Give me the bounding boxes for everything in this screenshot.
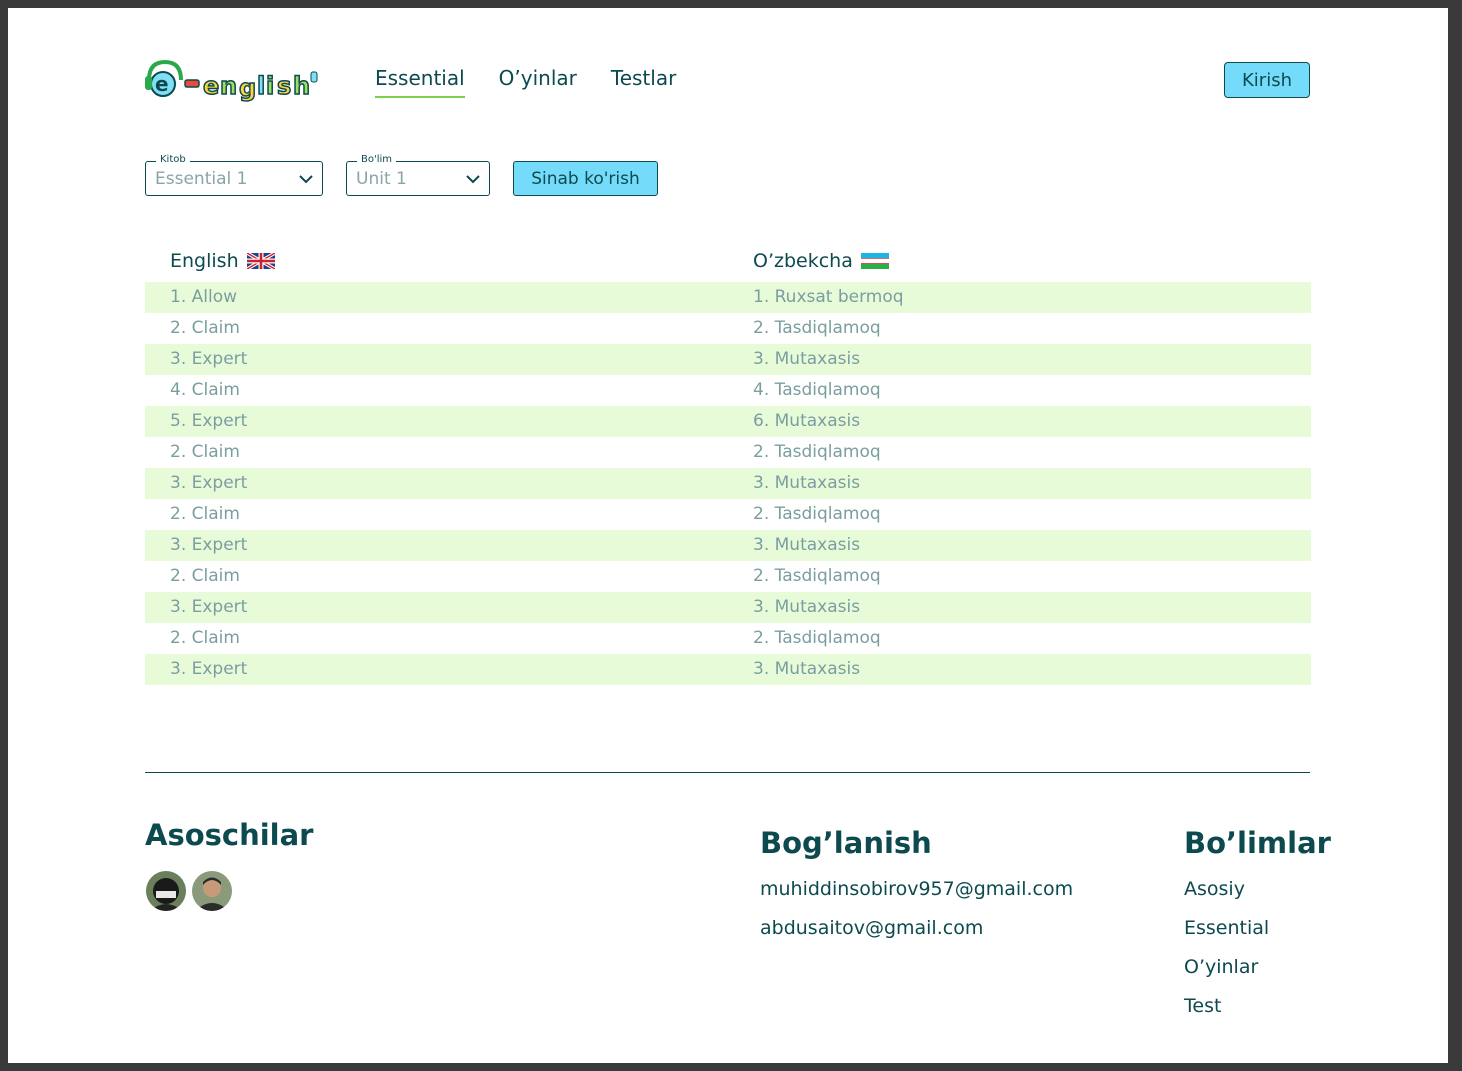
table-row: 2. Claim 2. Tasdiqlamoq xyxy=(145,437,1311,468)
chevron-down-icon xyxy=(299,175,313,184)
svg-text:g: g xyxy=(239,74,256,102)
uzbek-word: 2. Tasdiqlamoq xyxy=(753,628,881,648)
founders-avatars xyxy=(146,871,232,911)
footer-link-essential[interactable]: Essential xyxy=(1184,917,1269,939)
login-button[interactable]: Kirish xyxy=(1224,62,1310,98)
uzbek-word: 3. Mutaxasis xyxy=(753,473,861,493)
table-row: 2. Claim 2. Tasdiqlamoq xyxy=(145,623,1311,654)
table-row: 3. Expert 3. Mutaxasis xyxy=(145,530,1311,561)
uzbek-word: 3. Mutaxasis xyxy=(753,535,861,555)
english-word: 3. Expert xyxy=(170,597,248,617)
nav-oyinlar[interactable]: O’yinlar xyxy=(499,66,577,98)
uzbek-word: 6. Mutaxasis xyxy=(753,411,861,431)
table-row: 3. Expert 3. Mutaxasis xyxy=(145,592,1311,623)
svg-text:n: n xyxy=(220,72,237,100)
nav-essential[interactable]: Essential xyxy=(375,66,465,98)
section-select-value: Unit 1 xyxy=(356,169,407,189)
uzbek-word: 1. Ruxsat bermoq xyxy=(753,287,904,307)
section-select[interactable]: Bo'lim Unit 1 xyxy=(346,154,490,196)
uzbek-word: 2. Tasdiqlamoq xyxy=(753,566,881,586)
page: e e n g l i s h Essential O’yinlar Testl… xyxy=(8,8,1448,1063)
table-body: 1. Allow 1. Ruxsat bermoq 2. Claim 2. Tasdi… xyxy=(145,282,1311,685)
table-row: 2. Claim 2. Tasdiqlamoq xyxy=(145,561,1311,592)
contact-title: Bog’lanish xyxy=(760,826,932,860)
english-word: 2. Claim xyxy=(170,628,240,648)
table-row: 1. Allow 1. Ruxsat bermoq xyxy=(145,282,1311,313)
contact-email-1[interactable]: muhiddinsobirov957@gmail.com xyxy=(760,878,1073,900)
uzbek-header-label: O’zbekcha xyxy=(753,250,853,272)
svg-text:l: l xyxy=(257,72,265,100)
english-word: 2. Claim xyxy=(170,442,240,462)
table-row: 3. Expert 3. Mutaxasis xyxy=(145,468,1311,499)
english-word: 1. Allow xyxy=(170,287,238,307)
svg-text:e: e xyxy=(203,72,219,100)
uzbek-word: 2. Tasdiqlamoq xyxy=(753,442,881,462)
uzbek-column-header: O’zbekcha xyxy=(753,250,889,272)
english-word: 4. Claim xyxy=(170,380,240,400)
svg-text:i: i xyxy=(266,72,274,100)
table-row: 2. Claim 2. Tasdiqlamoq xyxy=(145,499,1311,530)
contact-email-2[interactable]: abdusaitov@gmail.com xyxy=(760,917,983,939)
avatar[interactable] xyxy=(192,871,232,911)
book-select-legend: Kitob xyxy=(156,154,190,165)
section-select-legend: Bo'lim xyxy=(357,154,397,165)
english-word: 3. Expert xyxy=(170,535,248,555)
nav-testlar[interactable]: Testlar xyxy=(611,66,676,98)
table-row: 5. Expert 6. Mutaxasis xyxy=(145,406,1311,437)
english-word: 2. Claim xyxy=(170,504,240,524)
founders-title: Asoschilar xyxy=(145,818,314,852)
chevron-down-icon xyxy=(466,175,480,184)
english-header-label: English xyxy=(170,250,239,272)
uzbek-word: 3. Mutaxasis xyxy=(753,659,861,679)
svg-text:h: h xyxy=(293,72,310,100)
table-header: English O’zbekcha xyxy=(145,246,1311,282)
avatar[interactable] xyxy=(146,871,186,911)
svg-text:s: s xyxy=(277,72,291,100)
sections-title: Bo’limlar xyxy=(1184,826,1331,860)
book-select[interactable]: Kitob Essential 1 xyxy=(145,154,323,196)
english-column-header: English xyxy=(170,250,275,272)
uzbek-word: 3. Mutaxasis xyxy=(753,597,861,617)
table-row: 2. Claim 2. Tasdiqlamoq xyxy=(145,313,1311,344)
english-word: 5. Expert xyxy=(170,411,248,431)
e-english-logo[interactable]: e e n g l i s h xyxy=(145,58,320,102)
footer-link-oyinlar[interactable]: O’yinlar xyxy=(1184,956,1258,978)
vocabulary-table: English O’zbekcha 1. Allow 1. Ruxsat ber… xyxy=(145,246,1311,685)
uzbekistan-flag-icon xyxy=(860,253,889,269)
uk-flag-icon xyxy=(246,253,275,269)
footer-link-test[interactable]: Test xyxy=(1184,995,1221,1017)
footer-link-asosiy[interactable]: Asosiy xyxy=(1184,878,1245,900)
uzbek-word: 4. Tasdiqlamoq xyxy=(753,380,881,400)
header: e e n g l i s h Essential O’yinlar Testl… xyxy=(145,58,1310,108)
table-row: 3. Expert 3. Mutaxasis xyxy=(145,654,1311,685)
english-word: 2. Claim xyxy=(170,318,240,338)
try-button[interactable]: Sinab ko'rish xyxy=(513,161,658,196)
uzbek-word: 2. Tasdiqlamoq xyxy=(753,318,881,338)
table-row: 4. Claim 4. Tasdiqlamoq xyxy=(145,375,1311,406)
svg-text:e: e xyxy=(155,72,169,96)
main-nav: Essential O’yinlar Testlar xyxy=(375,66,676,98)
english-word: 3. Expert xyxy=(170,473,248,493)
english-word: 3. Expert xyxy=(170,659,248,679)
uzbek-word: 2. Tasdiqlamoq xyxy=(753,504,881,524)
english-word: 3. Expert xyxy=(170,349,248,369)
table-row: 3. Expert 3. Mutaxasis xyxy=(145,344,1311,375)
footer-divider xyxy=(145,772,1310,773)
english-word: 2. Claim xyxy=(170,566,240,586)
uzbek-word: 3. Mutaxasis xyxy=(753,349,861,369)
book-select-value: Essential 1 xyxy=(155,169,248,189)
